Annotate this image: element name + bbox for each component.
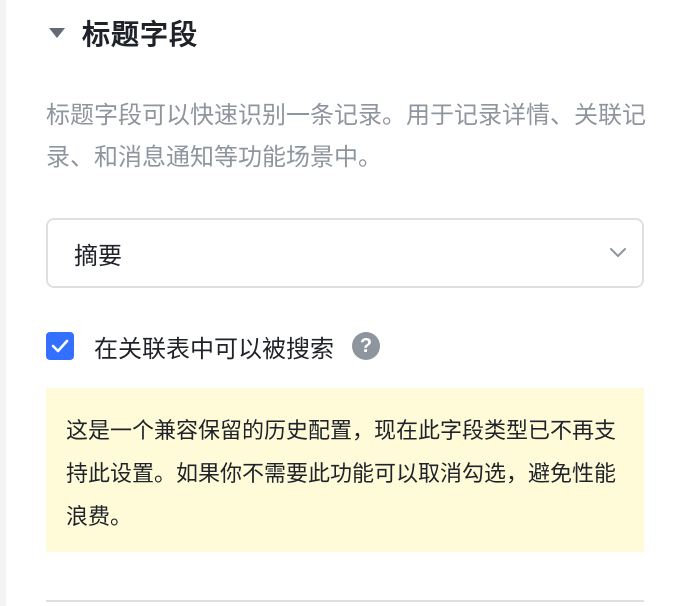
deprecation-notice: 这是一个兼容保留的历史配置，现在此字段类型已不再支持此设置。如果你不需要此功能可… bbox=[46, 388, 644, 552]
chevron-down-icon bbox=[606, 241, 630, 265]
panel-left-edge bbox=[0, 0, 6, 606]
title-field-select[interactable]: 摘要 bbox=[46, 218, 644, 288]
section-description: 标题字段可以快速识别一条记录。用于记录详情、关联记录、和消息通知等功能场景中。 bbox=[46, 101, 646, 171]
settings-panel: 标题字段 标题字段可以快速识别一条记录。用于记录详情、关联记录、和消息通知等功能… bbox=[0, 0, 684, 606]
question-circle-icon[interactable]: ? bbox=[352, 332, 380, 360]
searchable-label[interactable]: 在关联表中可以被搜索 bbox=[94, 329, 334, 364]
caret-down-icon[interactable] bbox=[46, 22, 68, 44]
section-divider bbox=[46, 600, 644, 602]
select-value: 摘要 bbox=[74, 241, 122, 270]
section-title: 标题字段 bbox=[82, 18, 199, 51]
searchable-option-row: 在关联表中可以被搜索 ? bbox=[46, 326, 380, 366]
searchable-checkbox[interactable] bbox=[46, 332, 74, 360]
title-field-section-header[interactable]: 标题字段 bbox=[46, 12, 198, 54]
checkmark-icon bbox=[51, 339, 69, 353]
